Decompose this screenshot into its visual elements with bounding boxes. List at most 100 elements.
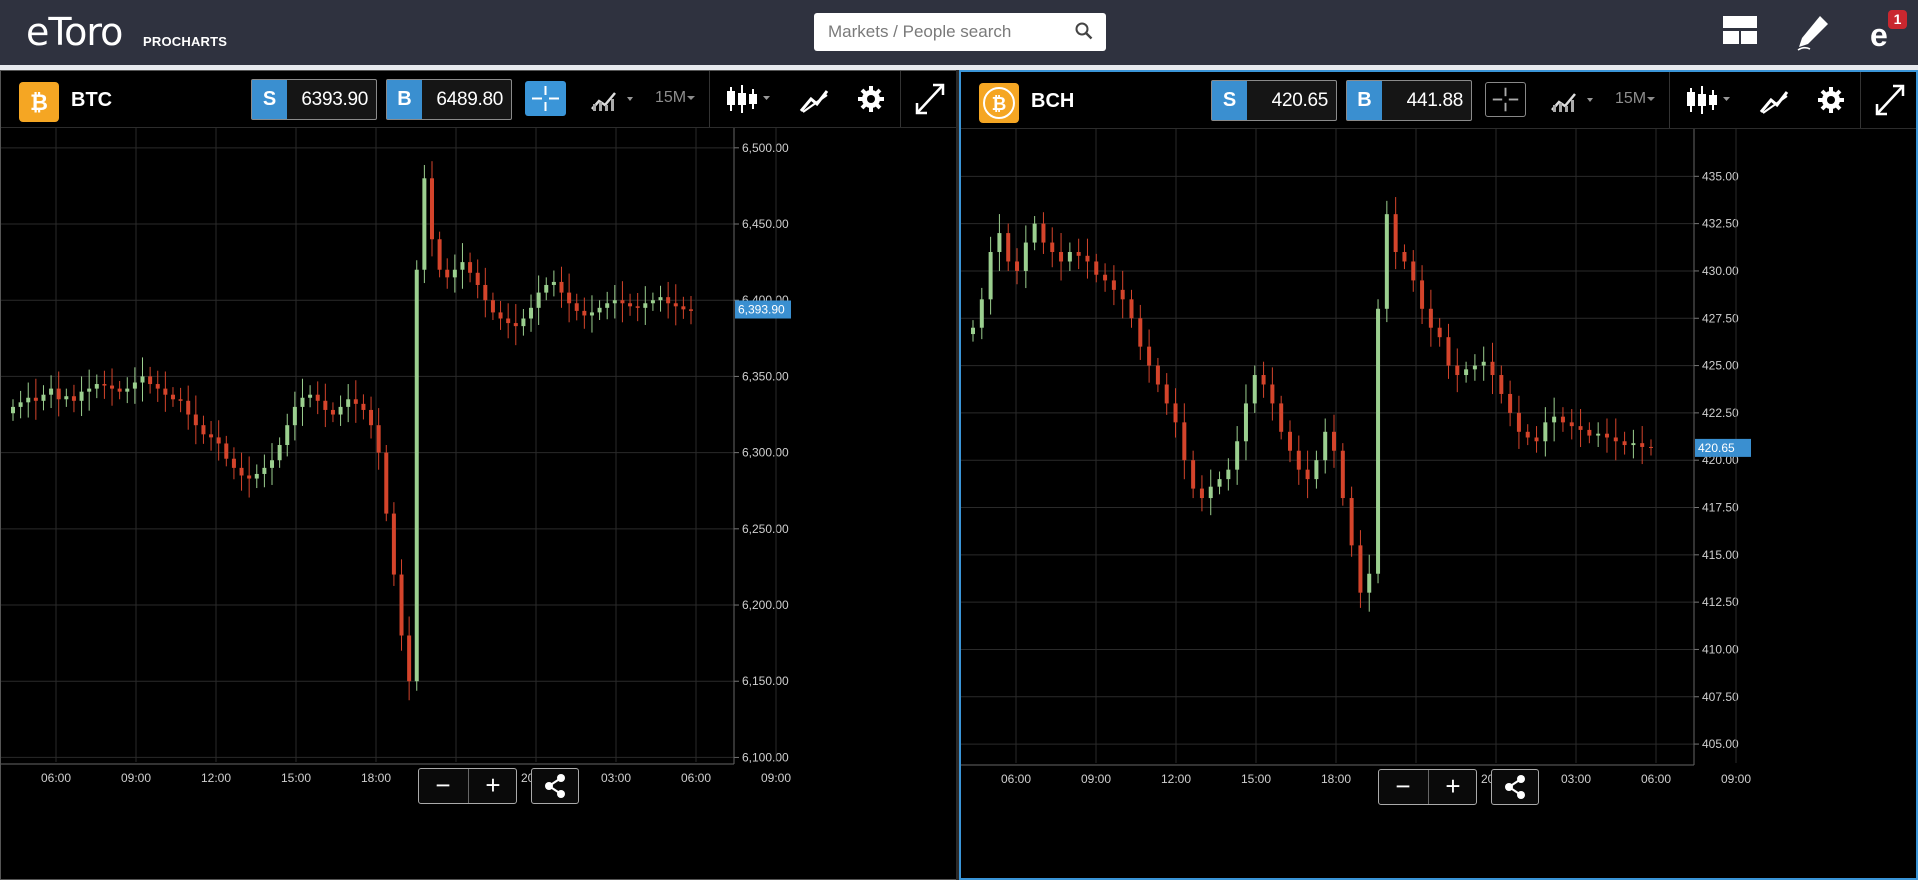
toolbar-divider — [1669, 72, 1670, 128]
fullscreen-button[interactable] — [913, 71, 947, 127]
candle — [1613, 437, 1618, 442]
sell-label: S — [1212, 81, 1247, 120]
candle — [666, 297, 671, 304]
candle — [94, 384, 99, 389]
chart-panel-bch[interactable]: ₿ BCH S 420.65 B 441.88 15M 435.00 432.5… — [959, 70, 1918, 880]
share-button[interactable] — [1491, 769, 1539, 805]
search-icon[interactable] — [1075, 22, 1093, 45]
chart-panel-btc[interactable]: ₿ BTC S 6393.90 B 6489.80 15M 6,500.00 6… — [0, 70, 957, 880]
candle — [605, 303, 610, 308]
y-tick-label: 6,450.00 — [742, 217, 789, 231]
candle — [429, 178, 434, 240]
share-button[interactable] — [531, 768, 579, 804]
candle — [391, 513, 396, 575]
share-icon — [1505, 775, 1525, 799]
candle — [1120, 289, 1125, 300]
buy-label: B — [387, 80, 422, 119]
candle — [650, 300, 655, 304]
etoro-logo[interactable]: eToro — [26, 10, 123, 54]
y-tick-label: 6,250.00 — [742, 522, 789, 536]
y-tick-label: 410.00 — [1702, 642, 1739, 656]
candle — [338, 406, 343, 415]
sell-price: 6393.90 — [301, 89, 368, 110]
indicators-dropdown[interactable] — [587, 71, 637, 127]
price-tag-label: 420.65 — [1698, 441, 1735, 455]
timeframe-label: 15M — [1615, 90, 1647, 107]
drawing-icon — [799, 90, 829, 113]
buy-price-button[interactable]: B 6489.80 — [386, 79, 512, 120]
timeframe-dropdown[interactable]: 15M — [655, 89, 696, 107]
candle — [1050, 242, 1055, 253]
candle — [1261, 375, 1266, 385]
x-tick-label: 06:00 — [681, 771, 711, 785]
instrument-symbol: BCH — [1031, 90, 1075, 112]
expand-icon — [915, 83, 945, 115]
candle — [997, 233, 1002, 253]
zoom-out-button[interactable]: − — [419, 769, 467, 803]
sell-price-button[interactable]: S 420.65 — [1211, 80, 1337, 121]
y-tick-label: 407.50 — [1702, 690, 1739, 704]
candle — [193, 414, 198, 426]
drawing-tools-button[interactable] — [1757, 72, 1791, 128]
candle — [521, 318, 526, 327]
search-input[interactable] — [814, 13, 1106, 51]
crosshair-button[interactable] — [1485, 82, 1526, 117]
zoom-in-button[interactable]: + — [469, 769, 517, 803]
candle — [376, 425, 381, 453]
candle — [1235, 441, 1240, 470]
candle — [384, 452, 389, 514]
candle — [1208, 486, 1213, 499]
candle — [498, 312, 503, 319]
candle — [308, 394, 313, 398]
x-tick-label: 03:00 — [601, 771, 631, 785]
x-tick-label: 03:00 — [1561, 772, 1591, 786]
indicators-icon — [591, 92, 633, 111]
candle — [1490, 361, 1495, 376]
price-tag-label: 6,393.90 — [738, 303, 785, 317]
zoom-controls: − + — [1378, 769, 1477, 805]
candle — [536, 292, 541, 308]
candle — [1402, 252, 1407, 262]
settings-button[interactable] — [1815, 72, 1847, 128]
candle — [1270, 384, 1275, 404]
candle — [582, 310, 587, 316]
candle — [1164, 384, 1169, 404]
candle — [452, 269, 457, 278]
zoom-out-button[interactable]: − — [1379, 770, 1427, 804]
x-tick-label: 18:00 — [1321, 772, 1351, 786]
layout-icon[interactable] — [1723, 16, 1757, 51]
candle — [422, 178, 427, 270]
candle — [1525, 431, 1530, 438]
pencil-icon[interactable] — [1794, 12, 1834, 57]
timeframe-dropdown[interactable]: 15M — [1615, 90, 1656, 108]
y-tick-label: 435.00 — [1702, 169, 1739, 183]
candle — [262, 467, 267, 474]
sell-label: S — [252, 80, 287, 119]
crosshair-button[interactable] — [525, 81, 566, 116]
price-chart[interactable]: 6,500.006,450.006,400.006,350.006,300.00… — [1, 128, 956, 879]
candle — [1340, 450, 1345, 499]
candle — [239, 467, 244, 476]
sell-price-button[interactable]: S 6393.90 — [251, 79, 377, 120]
candle — [1191, 460, 1196, 489]
chart-type-dropdown[interactable] — [723, 71, 775, 127]
candle — [490, 300, 495, 313]
buy-price-button[interactable]: B 441.88 — [1346, 80, 1472, 121]
candle — [1516, 412, 1521, 432]
candle — [102, 384, 107, 386]
fullscreen-button[interactable] — [1873, 72, 1907, 128]
drawing-tools-button[interactable] — [797, 71, 831, 127]
settings-button[interactable] — [855, 71, 887, 127]
notification-badge[interactable]: 1 — [1888, 10, 1907, 29]
candle — [1067, 252, 1072, 262]
indicators-dropdown[interactable] — [1547, 72, 1597, 128]
chart-header: ₿ BTC S 6393.90 B 6489.80 15M — [1, 71, 956, 128]
candle — [1411, 261, 1416, 281]
chart-type-dropdown[interactable] — [1683, 72, 1735, 128]
candle — [56, 388, 61, 400]
zoom-in-button[interactable]: + — [1429, 770, 1477, 804]
candle — [18, 402, 23, 407]
drawing-icon — [1759, 91, 1789, 114]
price-chart[interactable]: 435.00 432.50 430.00 427.50 425.00 422.50 420.… — [961, 129, 1916, 878]
candle — [1287, 431, 1292, 451]
